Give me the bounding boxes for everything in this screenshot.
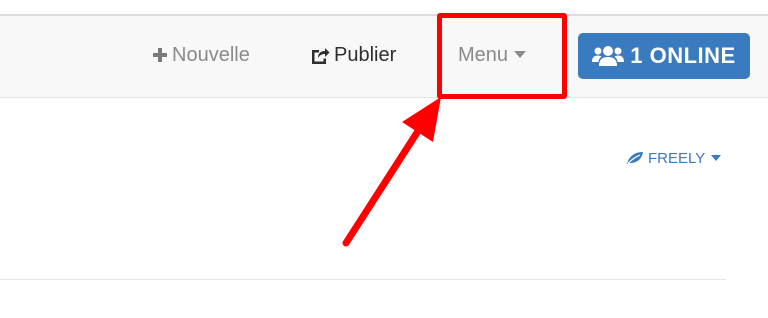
online-users-label: 1 ONLINE	[630, 43, 736, 68]
plus-icon	[152, 47, 168, 63]
freely-dropdown[interactable]: FREELY	[626, 148, 722, 168]
menu-dropdown-label: Menu	[458, 43, 509, 66]
menu-dropdown[interactable]: Menu	[458, 40, 527, 70]
caret-down-icon	[711, 154, 722, 162]
caret-down-icon	[514, 51, 527, 59]
share-icon	[310, 46, 330, 64]
freely-label: FREELY	[648, 149, 706, 167]
content-divider	[0, 279, 726, 280]
publish-button[interactable]: Publier	[310, 40, 396, 70]
new-button-label: Nouvelle	[172, 43, 250, 66]
users-icon	[592, 44, 625, 68]
leaf-icon	[626, 151, 644, 165]
online-users-button[interactable]: 1 ONLINE	[578, 33, 750, 79]
new-button[interactable]: Nouvelle	[152, 40, 250, 70]
publish-button-label: Publier	[334, 43, 397, 66]
